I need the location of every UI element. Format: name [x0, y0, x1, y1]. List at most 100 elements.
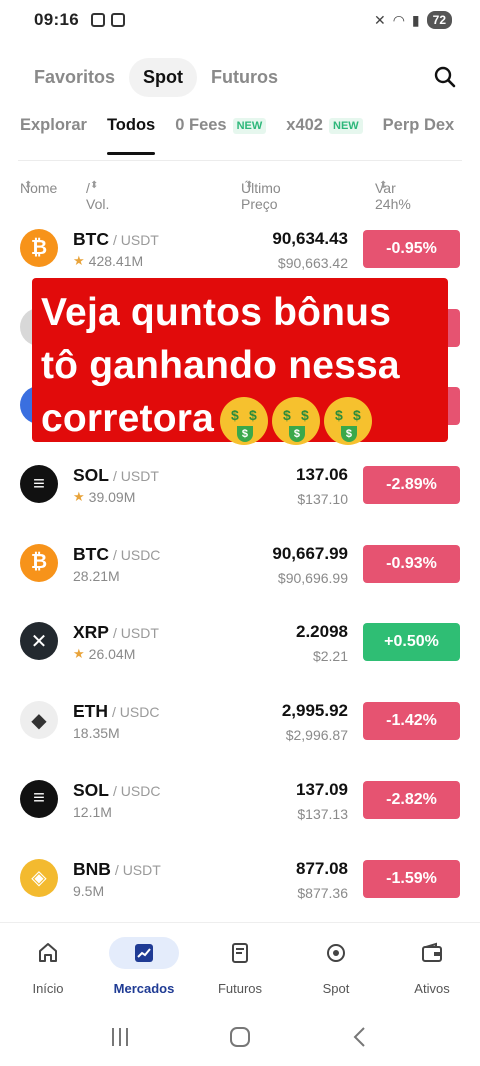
change-badge[interactable]: -2.82%: [363, 780, 460, 819]
new-badge: NEW: [232, 117, 267, 134]
market-row[interactable]: ₿ BTC / USDC 28.21M 90,667.99 $90,696.99 -0.93…: [0, 525, 480, 604]
volume-value: 26.04M: [88, 646, 136, 663]
tab-favoritos[interactable]: Favoritos: [20, 58, 129, 97]
back-icon[interactable]: [340, 1022, 380, 1052]
volume: 18.35M: [73, 725, 120, 741]
last-price: 137.06: [296, 465, 348, 485]
nav-futuros[interactable]: Futuros: [192, 923, 288, 1000]
volume-value: 18.35M: [73, 725, 120, 742]
spot-icon: [301, 937, 371, 969]
volume-value: 39.09M: [88, 489, 136, 506]
quote-asset: / USDC: [112, 704, 160, 721]
change-badge[interactable]: -0.93%: [363, 544, 460, 583]
signal-icon: ▮: [411, 11, 420, 28]
chart-icon: [109, 937, 179, 969]
nav-ativos[interactable]: Ativos: [384, 923, 480, 1000]
last-price: 90,634.43: [272, 229, 348, 248]
recent-apps-icon[interactable]: [100, 1022, 140, 1052]
tab-spot[interactable]: Spot: [129, 57, 198, 97]
nav-label: Futuros: [217, 981, 263, 996]
market-row[interactable]: ✕ XRP / USDT ★ 26.04M 2.2098 $2.21 +0.50%: [0, 603, 480, 682]
nav-spot[interactable]: Spot: [288, 923, 384, 1000]
market-row[interactable]: ≡ SOL / USDC 12.1M 137.09 $137.13 -2.82%: [0, 761, 480, 840]
caption-line-last: corretora $ $ $ $ $ $ $ $ $: [41, 392, 438, 445]
solana-icon: ≡: [20, 465, 58, 504]
star-icon[interactable]: ★: [73, 253, 85, 269]
caption-text: corretora: [41, 397, 215, 440]
quote-asset: / USDT: [112, 625, 159, 642]
new-badge: NEW: [329, 117, 363, 134]
base-asset: BTC: [73, 229, 109, 249]
category-tab-label: Perp Dex: [382, 116, 455, 134]
price-usd: $90,663.42: [277, 255, 348, 271]
change-badge[interactable]: -1.42%: [363, 702, 460, 741]
volume-value: 428.41M: [88, 253, 144, 269]
last-price: 137.09: [296, 779, 348, 799]
volume: 12.1M: [73, 804, 112, 820]
change-badge[interactable]: -1.59%: [363, 859, 460, 898]
nav-label: Spot: [322, 981, 350, 996]
nav-label: Ativos: [414, 981, 450, 996]
nav-mercados[interactable]: Mercados: [96, 923, 192, 1000]
xrp-icon: ✕: [20, 622, 58, 661]
base-asset: BTC: [73, 543, 109, 564]
money-mouth-face-emoji: $ $ $: [220, 396, 269, 445]
bottom-nav: Início Mercados Futuros Spot Ativos: [0, 922, 480, 1000]
quote-asset: / USDT: [112, 468, 159, 485]
category-tab-label: 0 Fees: [175, 116, 227, 134]
market-row[interactable]: ◆ ETH / USDC 18.35M 2,995.92 $2,996.87 -1.42%: [0, 682, 480, 761]
price-usd: $90,696.99: [277, 569, 348, 586]
market-row[interactable]: ₿ BTC / USDT ★ 428.41M 90,634.43 $90,663.42 -0.…: [0, 210, 480, 289]
trading-pair: BNB / USDT: [73, 859, 161, 880]
change-badge[interactable]: -2.89%: [363, 466, 460, 505]
home-button-icon[interactable]: [220, 1022, 260, 1052]
category-tab-0-fees[interactable]: 0 Fees NEW: [175, 116, 267, 155]
category-tab-todos[interactable]: Todos: [106, 116, 156, 155]
base-asset: BNB: [73, 858, 111, 879]
bitcoin-icon: ₿: [20, 543, 58, 582]
trading-pair: BTC / USDC: [73, 544, 160, 565]
market-type-tabs: Favoritos Spot Futuros: [20, 56, 460, 98]
market-row[interactable]: ◈ BNB / USDT 9.5M 877.08 $877.36 -1.59%: [0, 840, 480, 919]
sort-icon: ⬍: [24, 180, 33, 191]
change-badge[interactable]: +0.50%: [363, 623, 460, 662]
base-asset: SOL: [73, 465, 109, 486]
nav-label: Mercados: [113, 981, 175, 996]
bnb-icon: ◈: [20, 858, 58, 897]
market-row[interactable]: ≡ SOL / USDT ★ 39.09M 137.06 $137.10 -2.89%: [0, 446, 480, 525]
volume: ★ 39.09M: [73, 489, 135, 505]
category-tab-explorar[interactable]: Explorar: [20, 116, 87, 155]
trading-pair: XRP / USDT: [73, 622, 159, 643]
volume-value: 12.1M: [73, 803, 112, 820]
solana-icon: ≡: [20, 779, 58, 818]
home-icon: [13, 937, 83, 969]
search-icon[interactable]: [430, 62, 460, 92]
change-badge[interactable]: -0.95%: [363, 230, 460, 268]
nav-inicio[interactable]: Início: [0, 923, 96, 1000]
nav-label: Início: [32, 981, 64, 996]
emoji-group: $ $ $ $ $ $ $ $ $: [220, 396, 373, 445]
category-tab-x402[interactable]: x402 NEW: [286, 116, 363, 155]
ethereum-icon: ◆: [20, 701, 58, 740]
last-price: 90,667.99: [272, 543, 348, 563]
category-tab-label: x402: [286, 116, 323, 134]
star-icon[interactable]: ★: [73, 646, 85, 662]
mute-icon: ✕: [373, 11, 386, 28]
last-price: 2.2098: [296, 622, 348, 642]
last-price: 877.08: [296, 858, 348, 878]
sort-icon: ⬍: [245, 180, 254, 191]
volume: ★ 26.04M: [73, 646, 135, 662]
notification-icon: [90, 13, 105, 27]
star-icon[interactable]: ★: [73, 489, 85, 505]
quote-asset: / USDT: [112, 232, 159, 248]
bitcoin-icon: ₿: [20, 229, 58, 267]
tab-futuros[interactable]: Futuros: [197, 58, 292, 97]
volume: 28.21M: [73, 568, 120, 584]
sort-icon: ⬍: [90, 180, 99, 191]
money-mouth-face-emoji: $ $ $: [324, 396, 373, 445]
video-caption-overlay: Veja quntos bônus tô ganhando nessa corr…: [32, 278, 448, 445]
notification-icon: [110, 13, 125, 27]
system-nav-bar: [0, 1008, 480, 1066]
money-mouth-face-emoji: $ $ $: [272, 396, 321, 445]
category-tab-perp-dex[interactable]: Perp Dex: [383, 116, 455, 155]
